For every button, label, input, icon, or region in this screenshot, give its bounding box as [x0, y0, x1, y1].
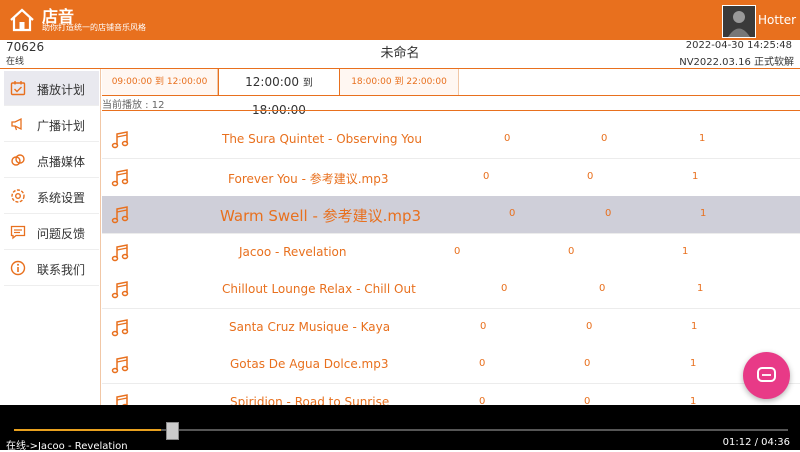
track-row[interactable]: The Sura Quintet - Observing You 0 0 1	[102, 121, 800, 159]
slot-sep: 到	[154, 77, 164, 87]
track-name: Spiridion - Road to Sunrise	[230, 395, 390, 405]
tab-timeslot-morning[interactable]: 09:00:00 到 12:00:00	[102, 69, 218, 95]
track-col-3: 1	[690, 396, 697, 405]
track-name: Jacoo - Revelation	[239, 245, 347, 259]
megaphone-icon	[11, 117, 22, 131]
online-state: 在线	[6, 57, 25, 67]
progress-thumb[interactable]	[166, 422, 179, 440]
track-col-2: 0	[587, 171, 594, 182]
datetime: 2022-04-30 14:25:48	[685, 40, 792, 51]
track-col-3: 1	[691, 321, 698, 332]
music-note-icon	[111, 281, 129, 299]
track-name: Forever You - 参考建议.mp3	[228, 172, 389, 186]
info-icon	[10, 260, 26, 276]
link-icon	[11, 154, 25, 166]
sidebar: 播放计划 广播计划 点播媒体 系统设置 问题反馈 联系我们	[0, 69, 101, 405]
track-col-1: 0	[479, 396, 486, 405]
track-col-2: 0	[599, 283, 606, 294]
app-tagline: 助你打造统一的店铺音乐风格	[42, 23, 146, 32]
now-playing-count: 当前播放 : 12	[102, 96, 800, 111]
user-avatar-icon	[723, 6, 755, 37]
slot-sep: 到	[394, 77, 404, 87]
track-col-3: 1	[699, 133, 706, 144]
track-col-3: 1	[692, 171, 699, 182]
track-col-3: 1	[682, 246, 689, 257]
track-row[interactable]: Santa Cruz Musique - Kaya 0 0 1	[102, 309, 800, 347]
track-col-1: 0	[480, 321, 487, 332]
track-col-2: 0	[605, 208, 612, 219]
track-row-playing[interactable]: Warm Swell - 参考建议.mp3 0 0 1	[102, 196, 800, 234]
home-icon[interactable]	[8, 6, 36, 34]
track-col-3: 1	[700, 208, 707, 219]
chat-fab-button[interactable]	[743, 352, 790, 399]
music-note-icon	[111, 244, 129, 262]
track-name: Gotas De Agua Dolce.mp3	[230, 357, 389, 371]
slot-end: 22:00:00	[406, 77, 447, 87]
slot-start: 18:00:00	[351, 77, 392, 87]
app-header: 店音 助你打造统一的店铺音乐风格 Hotter	[0, 0, 800, 40]
version: NV2022.03.16 正式软解	[679, 57, 794, 68]
gear-icon	[11, 189, 25, 203]
music-note-icon	[116, 394, 128, 405]
sidebar-item-label: 联系我们	[37, 263, 86, 277]
sidebar-item-label: 广播计划	[37, 119, 86, 133]
chat-icon	[757, 367, 776, 382]
sidebar-item-broadcast-plan[interactable]: 广播计划	[4, 107, 99, 142]
track-name: Santa Cruz Musique - Kaya	[229, 320, 391, 334]
sidebar-item-on-demand[interactable]: 点播媒体	[4, 143, 99, 178]
slot-start: 09:00:00	[111, 77, 153, 87]
track-col-1: 0	[501, 283, 508, 294]
music-note-icon	[111, 131, 129, 149]
track-row[interactable]: Jacoo - Revelation 0 0 1	[102, 234, 800, 272]
track-col-2: 0	[586, 321, 593, 332]
track-col-1: 0	[479, 358, 486, 369]
track-row[interactable]: Spiridion - Road to Sunrise 0 0 1	[102, 384, 800, 405]
playback-time: 01:12 / 04:36	[722, 437, 790, 448]
track-name: The Sura Quintet - Observing You	[222, 132, 422, 146]
message-icon	[10, 225, 26, 240]
tab-timeslot-afternoon[interactable]: 12:00:00 到 18:00:00	[218, 69, 340, 117]
track-list[interactable]: The Sura Quintet - Observing You 0 0 1 F…	[102, 121, 800, 405]
track-col-1: 0	[509, 208, 516, 219]
track-col-2: 0	[568, 246, 575, 257]
slot-start: 12:00:00	[245, 75, 300, 89]
device-code: 70626	[6, 40, 45, 54]
track-row[interactable]: Gotas De Agua Dolce.mp3 0 0 1	[102, 346, 800, 384]
track-name: Chillout Lounge Relax - Chill Out	[222, 282, 416, 296]
track-row[interactable]: Forever You - 参考建议.mp3 0 0 1	[102, 159, 800, 197]
music-note-icon	[111, 169, 129, 187]
sidebar-item-contact[interactable]: 联系我们	[4, 251, 99, 286]
sidebar-item-label: 问题反馈	[37, 227, 86, 241]
music-note-icon	[111, 356, 129, 374]
track-col-3: 1	[690, 358, 697, 369]
slot-sep: 到	[302, 78, 313, 89]
track-col-1: 0	[454, 246, 461, 257]
track-col-1: 0	[504, 133, 511, 144]
track-col-1: 0	[483, 171, 490, 182]
slot-end: 12:00:00	[166, 77, 208, 87]
username[interactable]: Hotter	[758, 13, 796, 27]
sidebar-item-feedback[interactable]: 问题反馈	[4, 215, 99, 250]
music-note-icon	[111, 319, 129, 337]
sidebar-item-label: 播放计划	[37, 83, 86, 97]
sidebar-item-settings[interactable]: 系统设置	[4, 179, 99, 214]
sidebar-item-play-plan[interactable]: 播放计划	[4, 71, 99, 106]
calendar-check-icon	[10, 81, 26, 96]
tab-timeslot-evening[interactable]: 18:00:00 到 22:00:00	[340, 69, 459, 95]
player-bar: 在线->Jacoo - Revelation 01:12 / 04:36	[0, 405, 800, 452]
track-name: Warm Swell - 参考建议.mp3	[220, 207, 422, 225]
status-bar: 未命名 70626 在线 2022-04-30 14:25:48 NV2022.…	[0, 40, 800, 69]
track-col-2: 0	[601, 133, 608, 144]
sidebar-item-label: 系统设置	[37, 191, 86, 205]
track-row[interactable]: Chillout Lounge Relax - Chill Out 0 0 1	[102, 271, 800, 309]
time-slot-tabs: 09:00:00 到 12:00:00 12:00:00 到 18:00:00 …	[102, 69, 800, 117]
track-col-2: 0	[584, 396, 591, 405]
music-note-icon	[111, 206, 129, 224]
track-col-2: 0	[584, 358, 591, 369]
avatar[interactable]	[722, 5, 756, 38]
sidebar-item-label: 点播媒体	[37, 155, 86, 169]
track-col-3: 1	[697, 283, 704, 294]
progress-fill	[14, 429, 161, 431]
